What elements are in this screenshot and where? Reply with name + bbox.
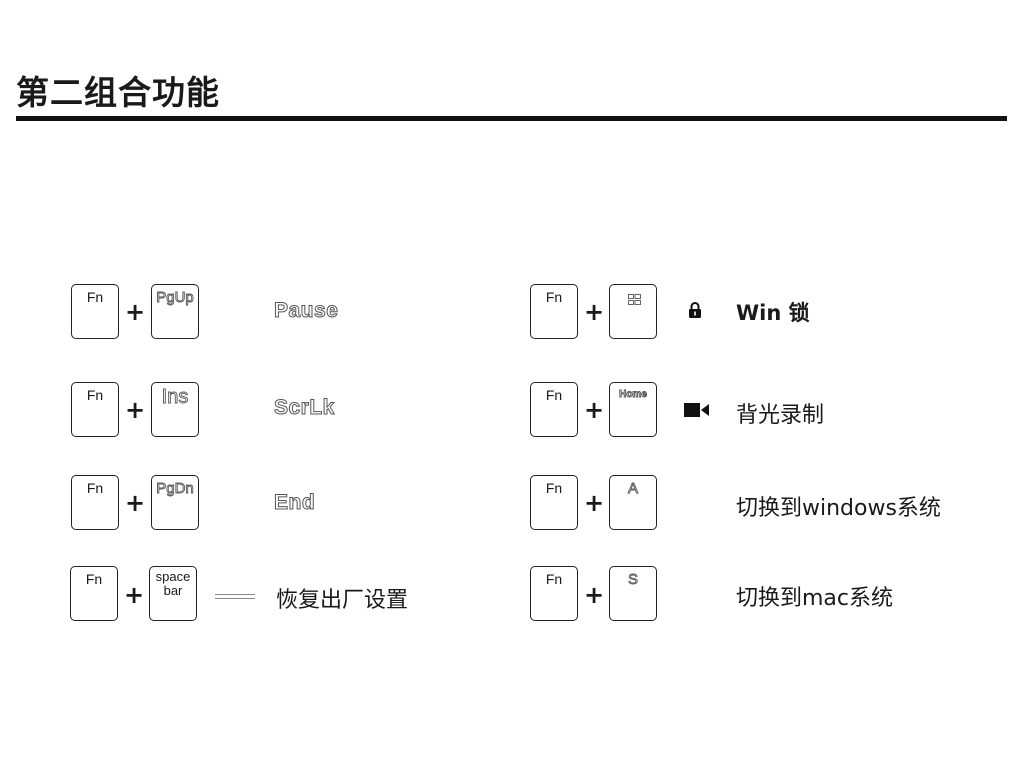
plus-sign: + [125,298,146,326]
pgdn-key: PgDn [151,475,199,530]
switch-mac-label: 切换到mac系统 [736,586,894,611]
fn-key: Fn [71,284,119,339]
scrlk-function-label: ScrLk [274,396,335,420]
ins-key: Ins [151,382,199,437]
fn-key-label: Fn [545,289,563,305]
fn-key-label: Fn [86,289,104,305]
dash-connector [215,594,255,599]
fn-key: Fn [71,382,119,437]
fn-key: Fn [530,475,578,530]
a-key: A [609,475,657,530]
fn-key-label: Fn [86,387,104,403]
plus-sign: + [584,298,605,326]
backlight-record-label: 背光录制 [736,403,825,428]
fn-key: Fn [530,284,578,339]
fn-key-label: Fn [86,480,104,496]
title-divider [16,116,1007,121]
home-key-label: Home [619,389,648,401]
space-bar-key-line2: bar [163,583,183,598]
plus-sign: + [125,489,146,517]
end-function-label: End [273,491,316,515]
fn-key-label: Fn [545,387,563,403]
fn-key: Fn [530,566,578,621]
windows-icon [628,294,641,305]
space-bar-key: space bar [149,566,197,621]
a-key-label: A [627,480,639,498]
switch-windows-label: 切换到windows系统 [736,496,941,521]
lock-icon [689,302,701,318]
plus-sign: + [584,581,605,609]
factory-reset-label: 恢复出厂设置 [276,588,409,613]
fn-key-label: Fn [85,571,103,587]
windows-key [609,284,657,339]
home-key: Home [609,382,657,437]
fn-key-label: Fn [545,571,563,587]
pgup-key: PgUp [151,284,199,339]
s-key: S [609,566,657,621]
ins-key-label: Ins [161,386,189,409]
pgdn-key-label: PgDn [156,480,194,498]
fn-key: Fn [71,475,119,530]
plus-sign: + [125,396,146,424]
plus-sign: + [584,396,605,424]
fn-key: Fn [530,382,578,437]
space-bar-key-line1: space [155,569,191,584]
win-lock-label: Win 锁 [736,301,810,325]
fn-key-label: Fn [545,480,563,496]
pause-function-label: Pause [273,299,339,323]
space-bar-key-label: space bar [150,570,196,598]
s-key-label: S [627,571,639,589]
pgup-key-label: PgUp [156,289,194,307]
page-title: 第二组合功能 [16,73,220,112]
video-camera-icon [684,403,709,417]
plus-sign: + [584,489,605,517]
fn-key: Fn [70,566,118,621]
plus-sign: + [124,581,145,609]
